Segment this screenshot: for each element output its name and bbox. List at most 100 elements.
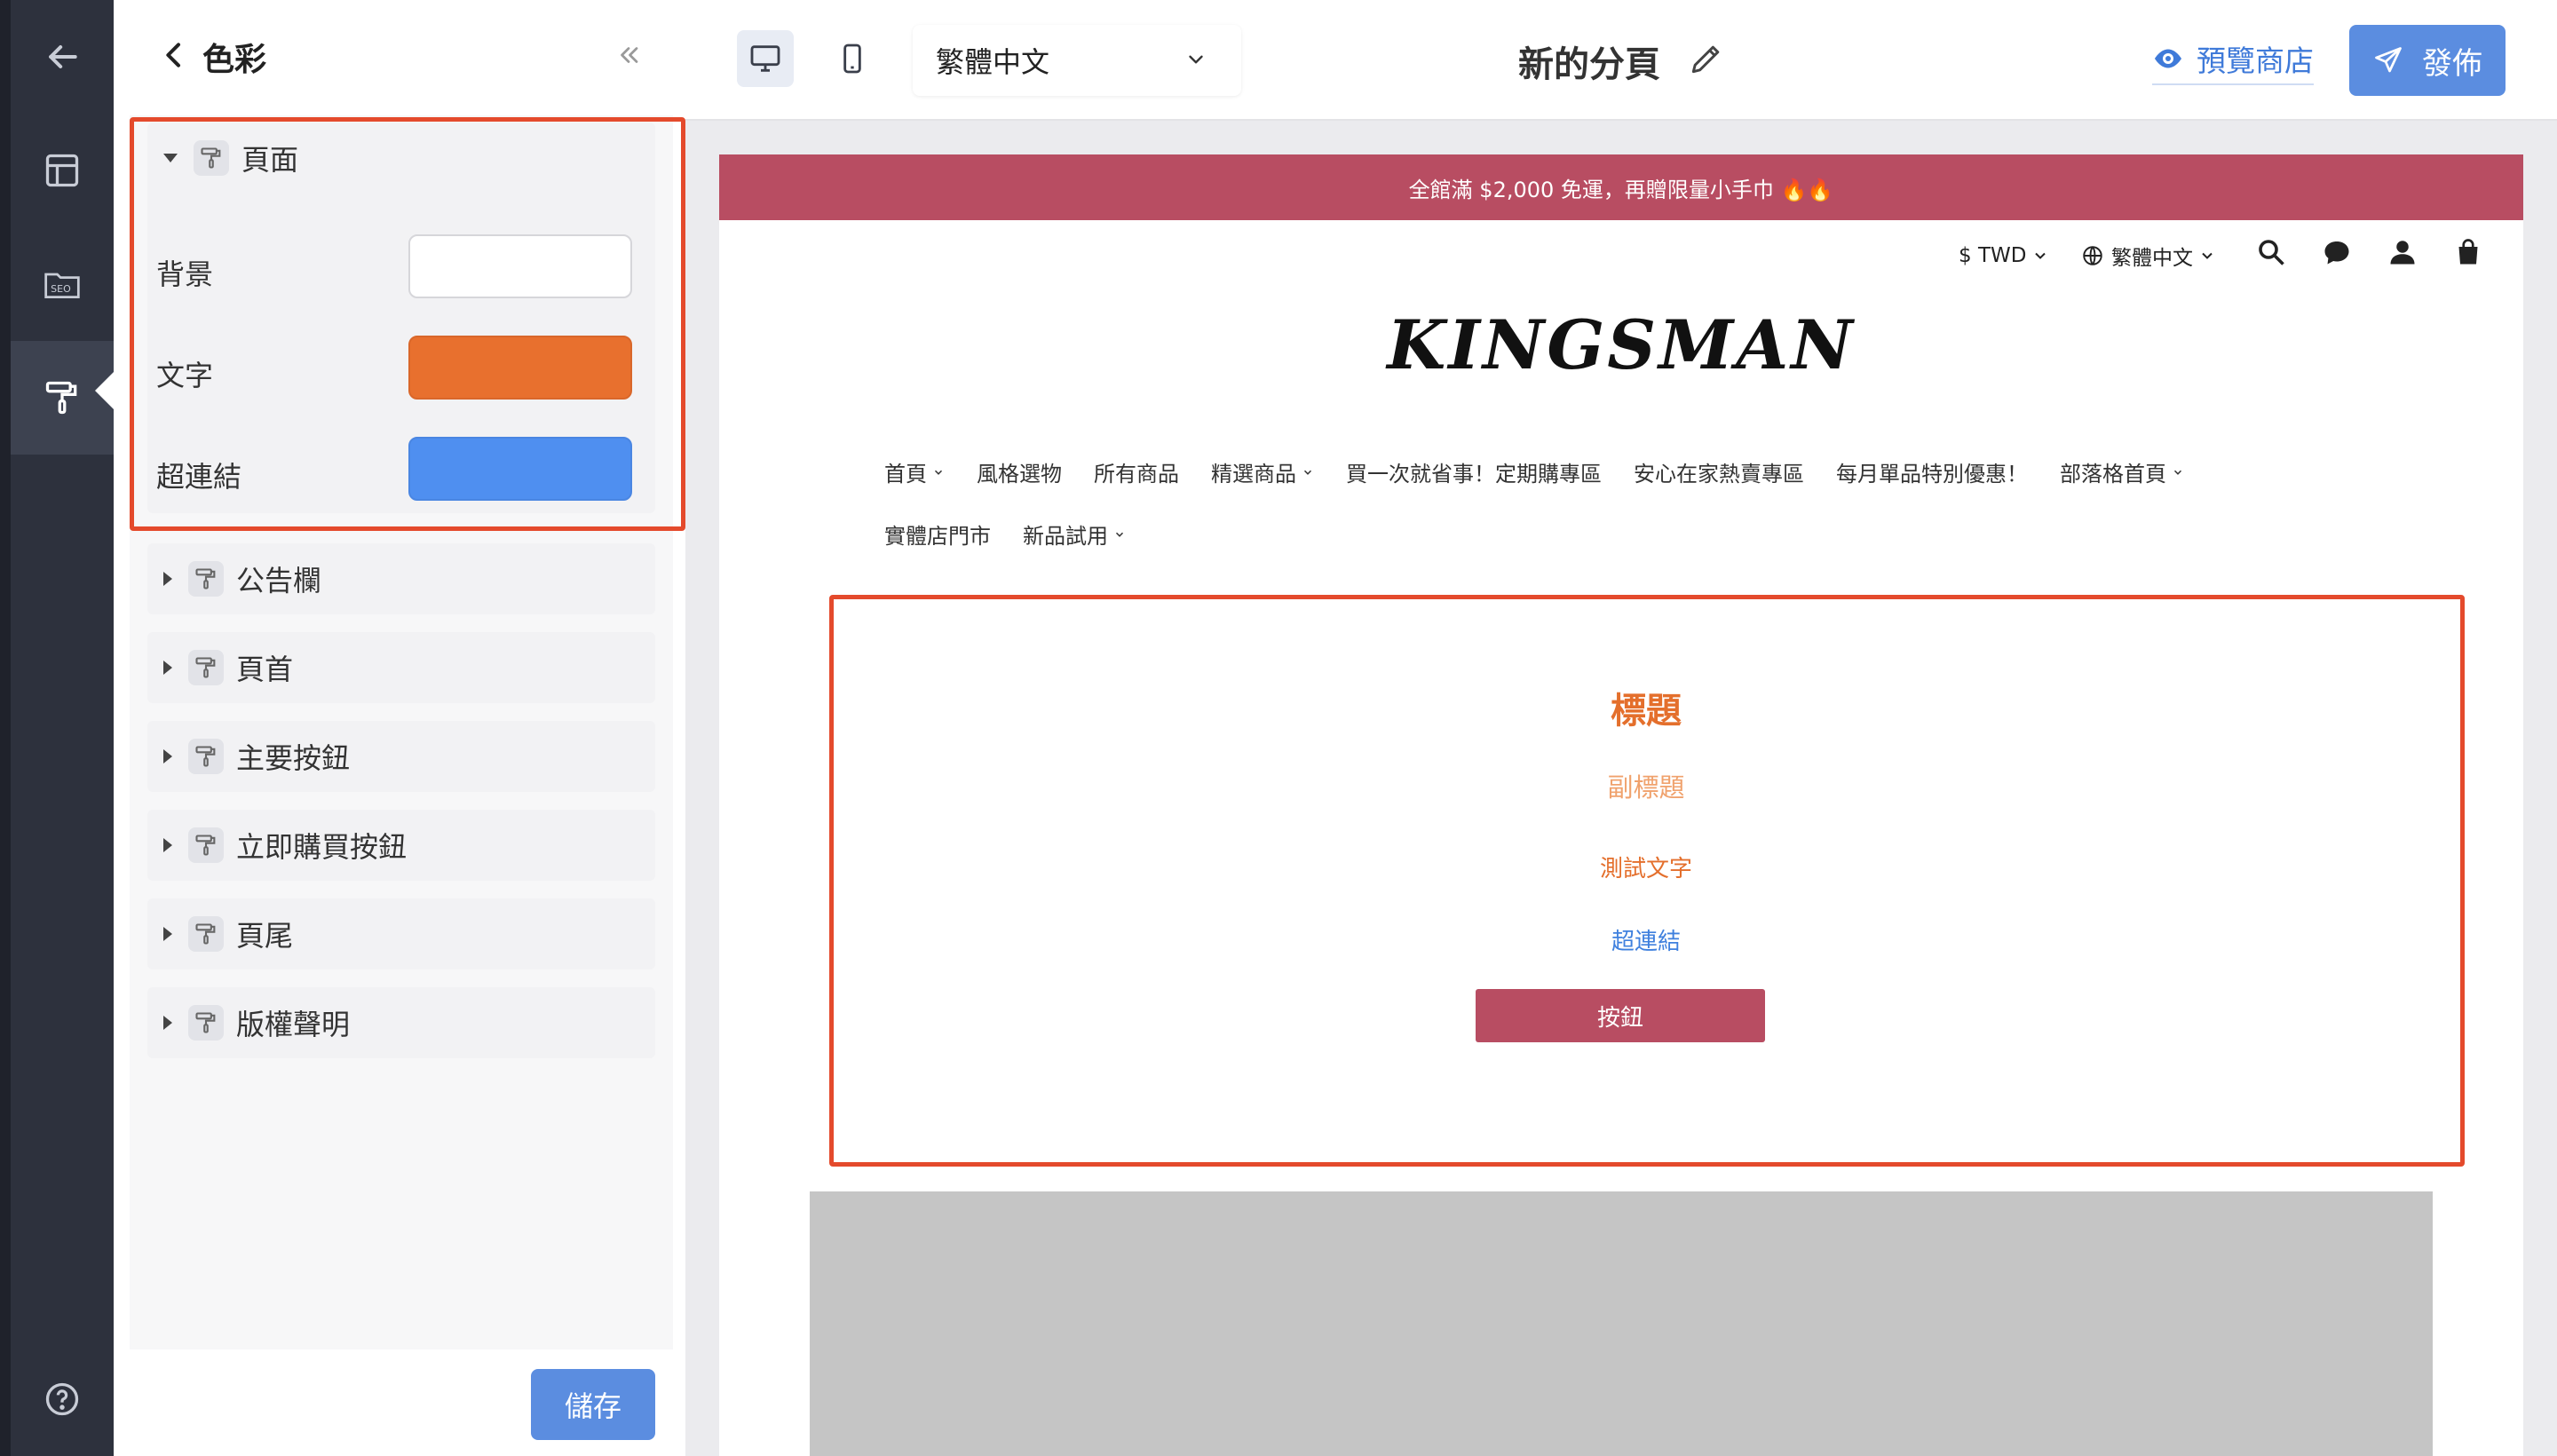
seo-button[interactable]: SEO: [11, 227, 114, 341]
help-circle-icon: [45, 1382, 79, 1416]
chevron-down-icon: [2035, 252, 2046, 259]
panel-title: 色彩: [202, 42, 267, 78]
preview-label: 預覽商店: [2197, 44, 2314, 78]
currency-selector[interactable]: $ TWD: [1959, 240, 2049, 272]
section-primary-button[interactable]: 主要按鈕: [147, 721, 655, 792]
active-indicator: [95, 371, 115, 410]
app-rail: SEO: [0, 0, 115, 1456]
pencil-icon[interactable]: [1687, 39, 1726, 78]
publish-button[interactable]: 發佈: [2349, 25, 2506, 96]
announcement-bar: 全館滿 $2,000 免運，再贈限量小手巾 🔥🔥: [719, 154, 2523, 220]
panel-header: 色彩: [114, 0, 685, 114]
send-icon: [2375, 47, 2402, 73]
nav-item-stores[interactable]: 實體店門市: [884, 518, 991, 550]
save-button[interactable]: 儲存: [531, 1369, 655, 1440]
chevron-left-icon[interactable]: [156, 37, 192, 73]
section-label: 版權聲明: [236, 1008, 351, 1041]
link-color-swatch[interactable]: [408, 437, 632, 501]
color-row-background: 背景: [156, 234, 636, 302]
mobile-view-button[interactable]: [824, 30, 881, 87]
section-label: 頁尾: [236, 919, 294, 953]
store-nav-secondary: 實體店門市 新品試用: [884, 518, 1158, 550]
back-button[interactable]: [11, 0, 114, 114]
nav-item-subscription[interactable]: 買一次就省事！定期購專區: [1346, 456, 1602, 487]
save-bar: 儲存: [114, 1349, 685, 1456]
paint-roller-icon: [188, 827, 224, 863]
section-footer[interactable]: 頁尾: [147, 898, 655, 969]
sections-list[interactable]: 頁面 背景 文字 超連結 公告欄 頁首 主要按鈕 立即購買按鈕 頁尾 版權聲明: [130, 115, 673, 1349]
paint-roller-icon: [188, 561, 224, 597]
caret-right-icon: [163, 838, 172, 852]
nav-item-style-picks[interactable]: 風格選物: [977, 456, 1062, 487]
caret-right-icon: [163, 661, 172, 675]
preview-body-text: 測試文字: [1599, 856, 1692, 882]
nav-item-hot-sale[interactable]: 安心在家熱賣專區: [1634, 456, 1804, 487]
nav-item-featured[interactable]: 精選商品: [1211, 456, 1314, 487]
caret-right-icon: [163, 749, 172, 764]
collapse-panel-icon[interactable]: [613, 37, 645, 73]
editor-topbar: 繁體中文 新的分頁 預覽商店 發佈: [685, 0, 2557, 121]
preview-button[interactable]: 按鈕: [1476, 989, 1765, 1042]
caret-down-icon: [163, 154, 178, 162]
preview-canvas: 全館滿 $2,000 免運，再贈限量小手巾 🔥🔥 $ TWD 繁體中文 KING…: [685, 121, 2557, 1456]
section-label: 公告欄: [236, 564, 322, 597]
user-icon[interactable]: [2387, 236, 2418, 268]
text-color-swatch[interactable]: [408, 336, 632, 400]
color-row-link: 超連結: [156, 437, 636, 504]
link-color-label: 超連結: [156, 460, 242, 494]
paint-roller-icon: [45, 381, 77, 415]
nav-item-blog[interactable]: 部落格首頁: [2060, 456, 2184, 487]
store-logo[interactable]: KINGSMAN: [719, 305, 2523, 384]
background-color-swatch[interactable]: [408, 234, 632, 298]
section-copyright[interactable]: 版權聲明: [147, 987, 655, 1058]
chevron-down-icon: [1115, 532, 1124, 537]
caret-right-icon: [163, 572, 172, 586]
language-value: 繁體中文: [936, 45, 1050, 79]
preview-subtitle: 副標題: [1607, 772, 1685, 803]
chevron-down-icon: [2173, 470, 2182, 475]
store-preview[interactable]: 全館滿 $2,000 免運，再贈限量小手巾 🔥🔥 $ TWD 繁體中文 KING…: [719, 154, 2523, 1456]
caret-right-icon: [163, 927, 172, 941]
shopping-bag-icon[interactable]: [2452, 236, 2484, 268]
nav-item-home[interactable]: 首頁: [884, 456, 945, 487]
paint-roller-icon: [188, 1005, 224, 1041]
arrow-left-icon: [49, 44, 77, 69]
page-title: 新的分頁: [1518, 44, 1660, 85]
desktop-view-button[interactable]: [737, 30, 794, 87]
chevron-down-icon: [1303, 470, 1312, 475]
preview-title: 標題: [1611, 691, 1682, 732]
section-buy-now-button[interactable]: 立即購買按鈕: [147, 810, 655, 881]
nav-item-trial[interactable]: 新品試用: [1023, 518, 1126, 550]
currency-value: $ TWD: [1959, 244, 2027, 267]
colors-button[interactable]: [11, 341, 115, 455]
layout-button[interactable]: [11, 114, 114, 227]
preview-link[interactable]: 超連結: [831, 923, 2461, 956]
paint-roller-icon: [188, 739, 224, 774]
layout-icon: [45, 154, 79, 187]
store-language-value: 繁體中文: [2111, 247, 2193, 270]
section-label: 立即購買按鈕: [236, 830, 408, 864]
store-nav-primary: 首頁 風格選物 所有商品 精選商品 買一次就省事！定期購專區 安心在家熱賣專區 …: [884, 456, 2216, 487]
preview-store-link[interactable]: 預覽商店: [2152, 39, 2314, 85]
globe-icon: [2083, 246, 2102, 265]
help-button[interactable]: [11, 1342, 114, 1456]
nav-item-monthly-deal[interactable]: 每月單品特別優惠！: [1836, 456, 2028, 487]
section-announcement[interactable]: 公告欄: [147, 543, 655, 614]
chevron-down-icon: [2202, 252, 2213, 259]
paint-roller-icon: [194, 140, 229, 176]
section-header[interactable]: 頁首: [147, 632, 655, 703]
language-select[interactable]: 繁體中文: [913, 25, 1241, 96]
nav-item-all-products[interactable]: 所有商品: [1094, 456, 1179, 487]
section-page-header[interactable]: 頁面: [147, 123, 655, 194]
chat-icon[interactable]: [2321, 236, 2353, 268]
background-label: 背景: [156, 257, 214, 291]
chevron-down-icon: [934, 470, 943, 475]
paint-roller-icon: [188, 650, 224, 685]
store-language-selector[interactable]: 繁體中文: [2081, 240, 2216, 272]
publish-label: 發佈: [2422, 45, 2482, 82]
color-settings-panel: 色彩 頁面 背景 文字 超連結 公告欄 頁首 主要按鈕 立即購買按鈕 頁尾 版權…: [114, 0, 685, 1456]
chevron-down-icon: [1189, 55, 1203, 64]
search-icon[interactable]: [2255, 236, 2287, 268]
mobile-icon: [843, 44, 861, 74]
seo-folder-icon: SEO: [44, 273, 80, 299]
